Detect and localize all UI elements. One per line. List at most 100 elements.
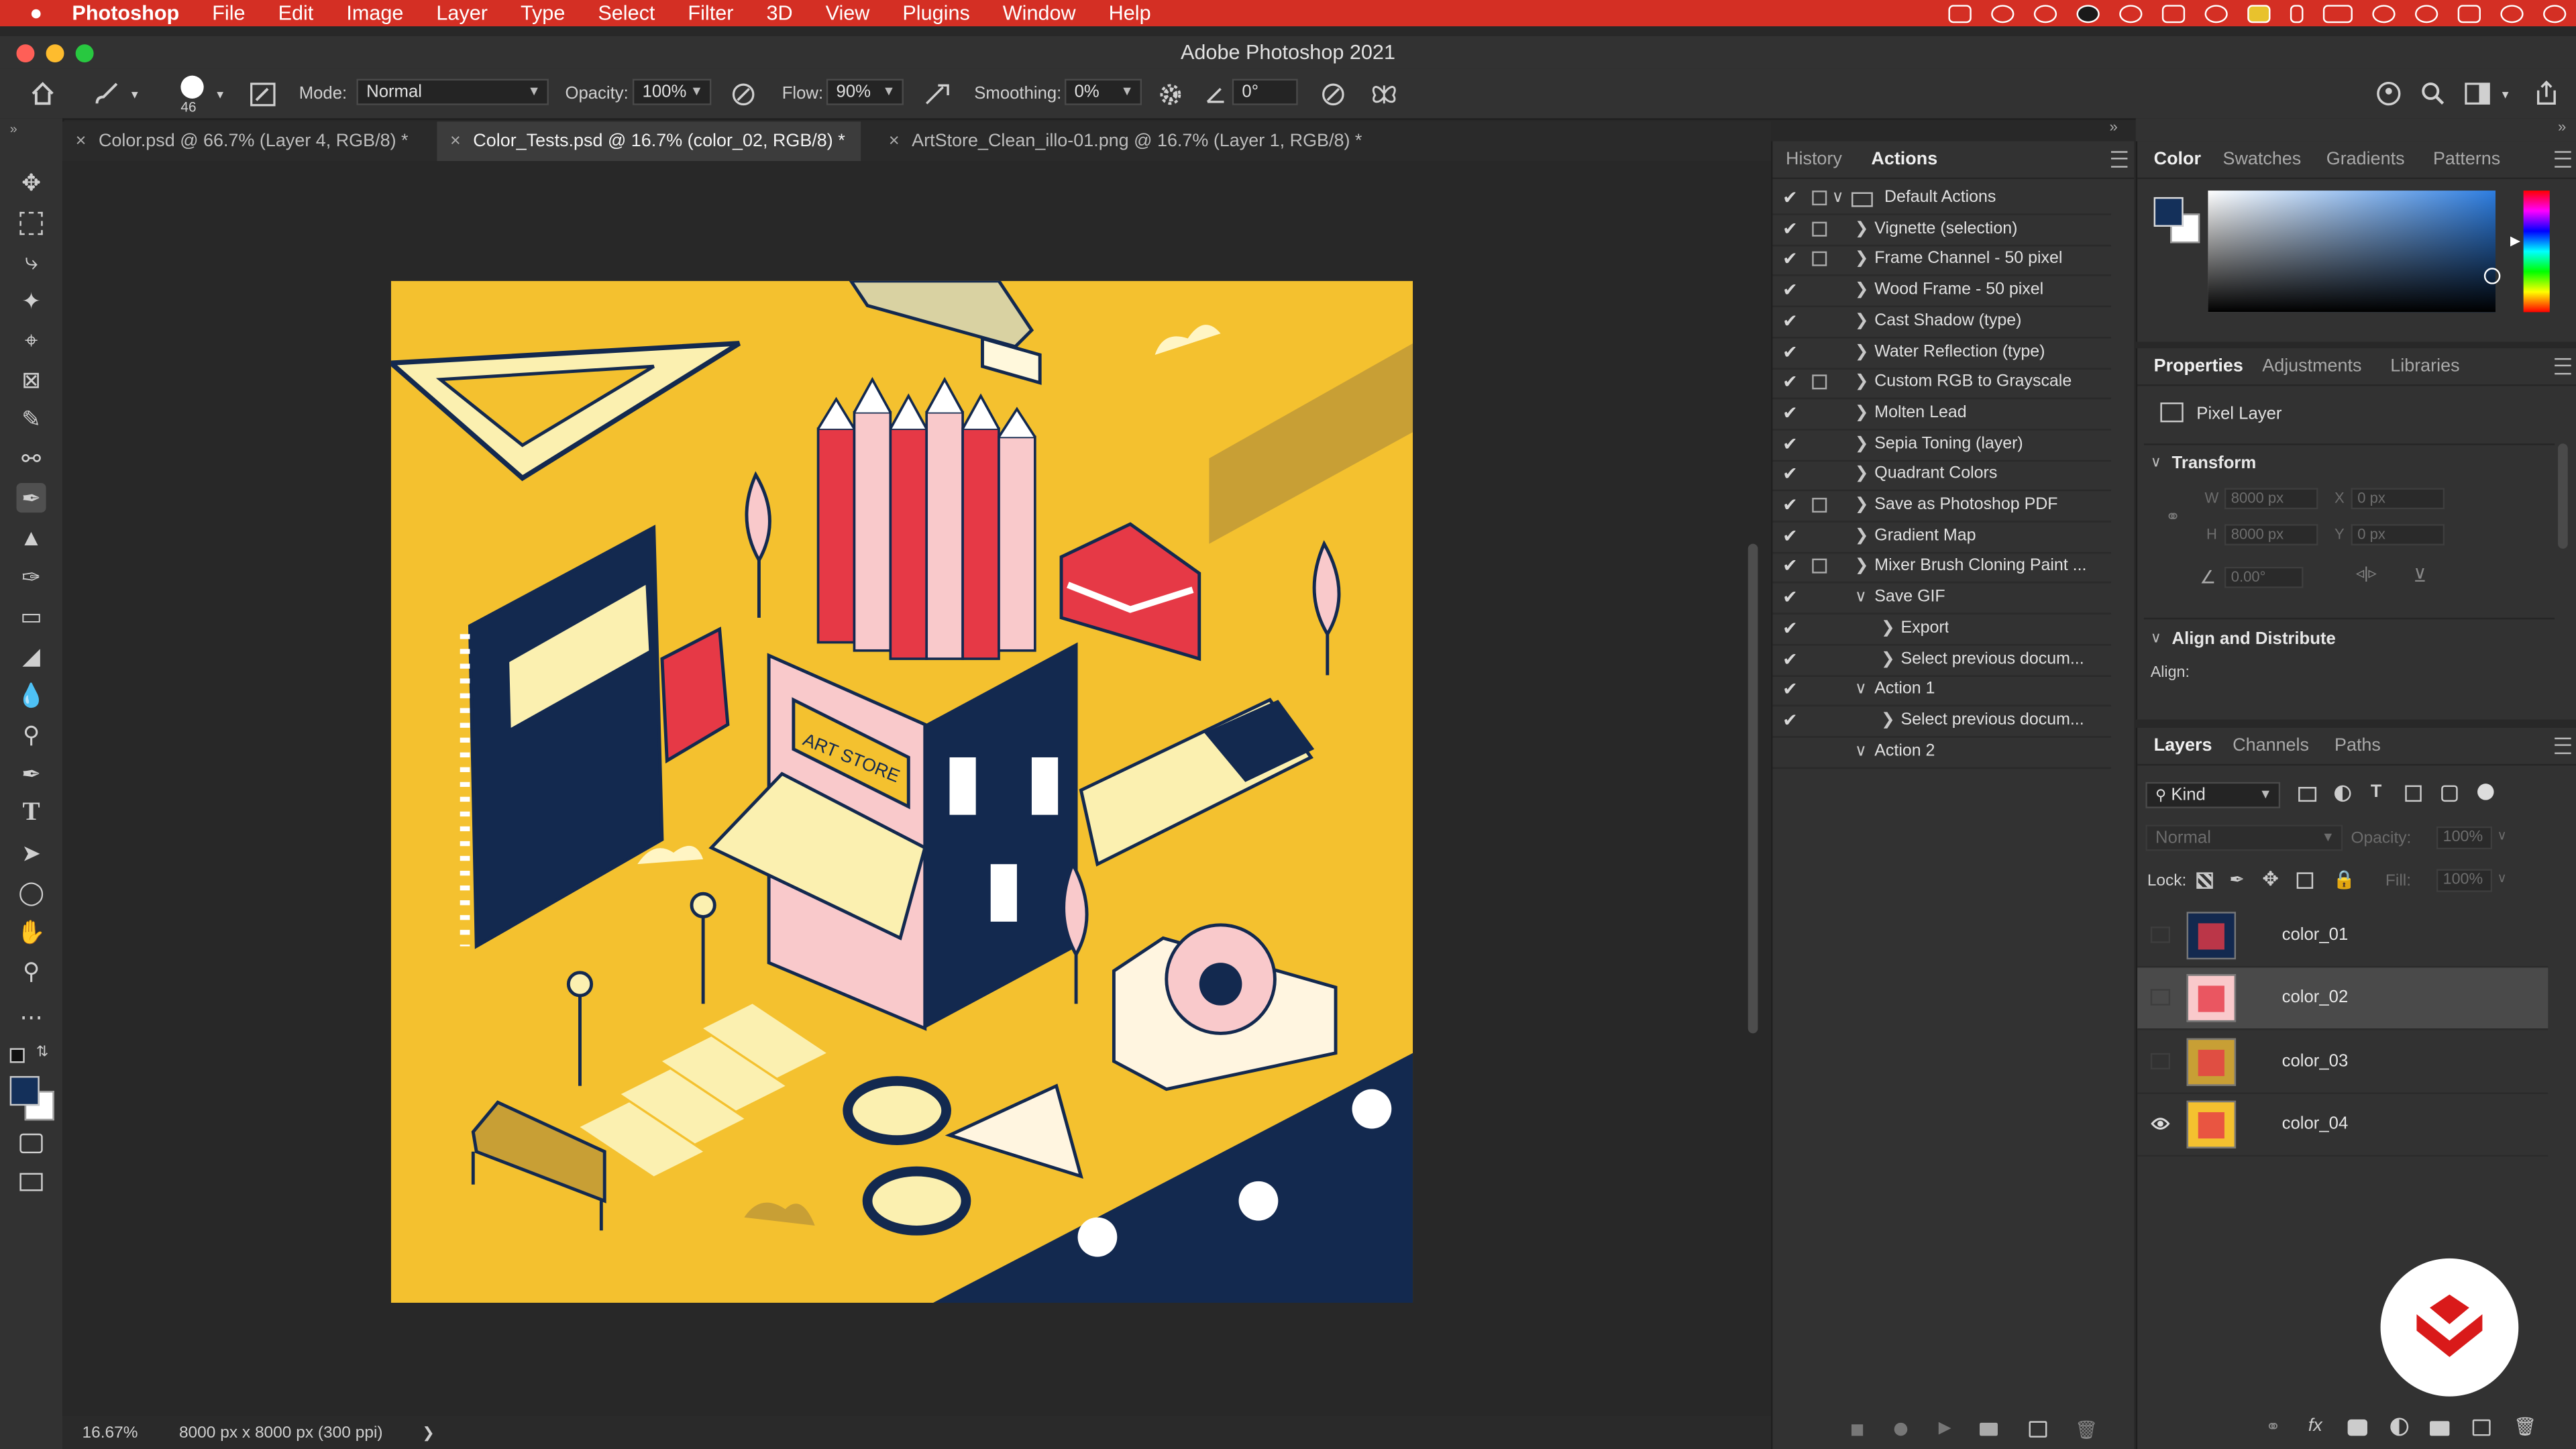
toggle-dialog-icon[interactable]	[1812, 559, 1827, 574]
action-row[interactable]: ∨ Action 2	[1772, 737, 2111, 769]
menu-view[interactable]: View	[809, 0, 886, 26]
notification-icon[interactable]	[2543, 4, 2567, 23]
airbrush-icon[interactable]	[923, 82, 951, 107]
color-panel-foreground-swatch[interactable]	[2153, 197, 2184, 227]
panel-menu-icon[interactable]	[2555, 358, 2571, 375]
new-group-folder-icon[interactable]	[2430, 1421, 2450, 1436]
action-row[interactable]: ✔ ❯ Quadrant Colors	[1772, 460, 2111, 492]
menu-edit[interactable]: Edit	[262, 0, 330, 26]
action-row[interactable]: ✔ ❯ Select previous docum...	[1772, 645, 2111, 676]
spotlight-search-icon[interactable]	[2415, 4, 2438, 23]
chevron-down-icon[interactable]: ∨	[1832, 184, 1844, 213]
smoothing-settings-gear-icon[interactable]	[1159, 82, 1183, 107]
collapse-panels-icon[interactable]: »	[2558, 118, 2566, 134]
width-field[interactable]: 8000 px	[2224, 488, 2318, 510]
hue-slider[interactable]	[2523, 191, 2550, 313]
zoom-tool-icon[interactable]: ⚲	[16, 956, 46, 985]
toggle-item-check-icon[interactable]: ✔	[1782, 307, 1798, 336]
panel-menu-icon[interactable]	[2110, 151, 2128, 168]
visibility-toggle-icon[interactable]	[2150, 989, 2171, 1006]
chevron-right-icon[interactable]: ❯	[1881, 614, 1895, 643]
action-row[interactable]: ✔ ❯ Select previous docum...	[1772, 706, 2111, 738]
flow-input[interactable]: 90% ▼	[826, 78, 904, 105]
lock-all-icon[interactable]: 🔒	[2333, 869, 2356, 890]
toggle-item-check-icon[interactable]: ✔	[1782, 215, 1798, 244]
zoom-level[interactable]: 16.67%	[82, 1424, 138, 1442]
more-tools-icon[interactable]: ⋯	[16, 1002, 46, 1032]
menu-image[interactable]: Image	[330, 0, 420, 26]
filter-shape-icon[interactable]	[2405, 785, 2422, 802]
tab-actions[interactable]: Actions	[1871, 142, 1937, 178]
layer-row[interactable]: color_02	[2137, 968, 2548, 1031]
action-row[interactable]: ✔ ❯ Sepia Toning (layer)	[1772, 430, 2111, 462]
chevron-right-icon[interactable]: ❯	[1855, 430, 1869, 460]
menu-type[interactable]: Type	[504, 0, 581, 26]
tab-adjustments[interactable]: Adjustments	[2262, 348, 2361, 384]
quick-mask-icon[interactable]	[16, 1127, 46, 1157]
action-row[interactable]: ✔ ❯ Wood Frame - 50 pixel	[1772, 276, 2111, 308]
tab-artstore-png[interactable]: × ArtStore_Clean_illo-01.png @ 16.7% (La…	[875, 121, 1379, 161]
eyedropper-tool-icon[interactable]: ✎	[16, 404, 46, 433]
status-icon[interactable]	[2119, 4, 2143, 23]
toggle-item-check-icon[interactable]: ✔	[1782, 491, 1798, 521]
battery-icon[interactable]	[2322, 4, 2353, 23]
tab-properties[interactable]: Properties	[2154, 348, 2243, 384]
type-tool-icon[interactable]: T	[16, 798, 46, 828]
creative-cloud-icon[interactable]	[1991, 4, 2015, 23]
pen-tool-icon[interactable]: ✒	[16, 759, 46, 788]
visibility-toggle-icon[interactable]	[2150, 1052, 2171, 1069]
layer-row[interactable]: color_01	[2137, 905, 2548, 968]
action-row[interactable]: ✔ ❯ Frame Channel - 50 pixel	[1772, 246, 2111, 277]
dropbox-icon[interactable]	[1948, 4, 1972, 23]
frame-tool-icon[interactable]: ⊠	[16, 365, 46, 394]
toggle-dialog-icon[interactable]	[1812, 191, 1827, 206]
filter-adjustment-icon[interactable]	[2334, 785, 2351, 802]
toggle-item-check-icon[interactable]: ✔	[1782, 706, 1798, 736]
menu-help[interactable]: Help	[1092, 0, 1167, 26]
marquee-tool-icon[interactable]	[16, 207, 46, 237]
visibility-eye-icon[interactable]	[2151, 1116, 2170, 1132]
ellipse-tool-icon[interactable]: ◯	[16, 877, 46, 907]
chevron-right-icon[interactable]: ❯	[1855, 337, 1869, 367]
tab-color-psd[interactable]: × Color.psd @ 66.7% (Layer 4, RGB/8) *	[62, 121, 425, 161]
panel-menu-icon[interactable]	[2555, 737, 2571, 755]
hand-tool-icon[interactable]: ✋	[16, 917, 46, 947]
document-info[interactable]: 8000 px x 8000 px (300 ppi)	[179, 1424, 383, 1442]
menu-3d[interactable]: 3D	[750, 0, 809, 26]
tab-patterns[interactable]: Patterns	[2433, 142, 2500, 178]
properties-scrollbar[interactable]	[2558, 443, 2568, 549]
height-field[interactable]: 8000 px	[2224, 524, 2318, 546]
tab-color-tests-psd[interactable]: × Color_Tests.psd @ 16.7% (color_02, RGB…	[437, 121, 862, 162]
toggle-item-check-icon[interactable]: ✔	[1782, 337, 1798, 367]
toggle-dialog-icon[interactable]	[1812, 252, 1827, 267]
filter-toggle-icon[interactable]	[2477, 784, 2494, 800]
panel-menu-icon[interactable]	[2555, 151, 2571, 168]
chevron-down-icon[interactable]: ∨	[2497, 828, 2506, 843]
color-picker-handle[interactable]	[2483, 268, 2501, 284]
tab-gradients[interactable]: Gradients	[2326, 142, 2405, 178]
skype-icon[interactable]	[2076, 4, 2100, 23]
layer-opacity-field[interactable]: 100%	[2436, 826, 2493, 850]
toggle-item-check-icon[interactable]: ✔	[1782, 399, 1798, 429]
share-export-icon[interactable]	[2533, 79, 2559, 107]
siri-icon[interactable]	[2500, 4, 2524, 23]
screen-mode-icon[interactable]	[16, 1167, 46, 1196]
opacity-input[interactable]: 100% ▼	[632, 78, 712, 105]
chevron-right-icon[interactable]: ❯	[1855, 399, 1869, 429]
filter-smart-object-icon[interactable]	[2441, 785, 2458, 802]
record-icon[interactable]	[1894, 1422, 1908, 1436]
tab-libraries[interactable]: Libraries	[2390, 348, 2459, 384]
tab-layers[interactable]: Layers	[2154, 728, 2212, 764]
action-row[interactable]: ✔ ❯ Custom RGB to Grayscale	[1772, 368, 2111, 400]
menu-select[interactable]: Select	[582, 0, 672, 26]
chevron-down-icon[interactable]: ∨	[1855, 584, 1867, 613]
document-canvas[interactable]: ART STORE	[390, 280, 1413, 1303]
brush-settings-icon[interactable]	[250, 82, 276, 107]
tab-color[interactable]: Color	[2154, 142, 2201, 178]
angle-input[interactable]: 0°	[1232, 78, 1298, 105]
toggle-item-check-icon[interactable]: ✔	[1782, 276, 1798, 306]
crop-tool-icon[interactable]: ⌖	[16, 325, 46, 355]
brush-tool-icon[interactable]: ✒	[16, 483, 46, 513]
toggle-item-check-icon[interactable]: ✔	[1782, 430, 1798, 460]
toggle-dialog-icon[interactable]	[1812, 221, 1827, 236]
